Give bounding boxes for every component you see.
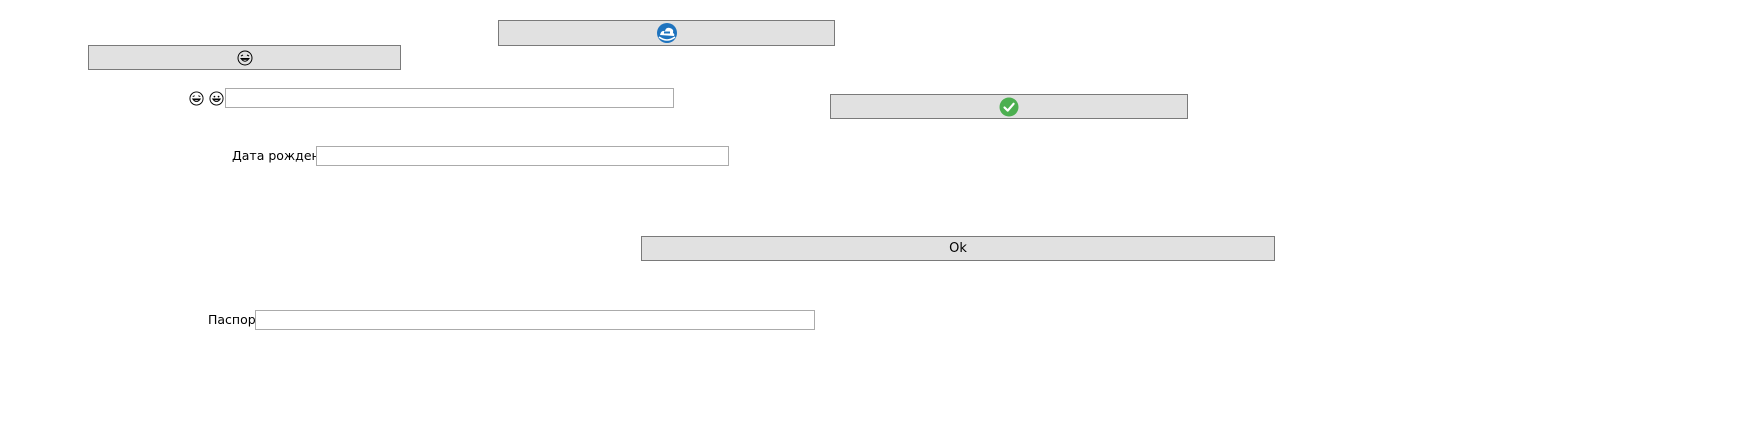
laughing-face-icon — [189, 91, 204, 106]
laughing-face-icon — [237, 50, 253, 66]
passport-input[interactable] — [255, 310, 815, 330]
grinning-face-icon — [209, 91, 224, 106]
emoji-button[interactable] — [88, 45, 401, 70]
ok-button[interactable]: Ok — [641, 236, 1275, 261]
cloud-logo-icon — [656, 22, 678, 44]
confirm-button[interactable] — [830, 94, 1188, 119]
emoji-row-input[interactable] — [225, 88, 674, 108]
green-check-icon — [999, 97, 1019, 117]
birth-date-input[interactable] — [316, 146, 729, 166]
cloud-logo-button[interactable] — [498, 20, 835, 46]
